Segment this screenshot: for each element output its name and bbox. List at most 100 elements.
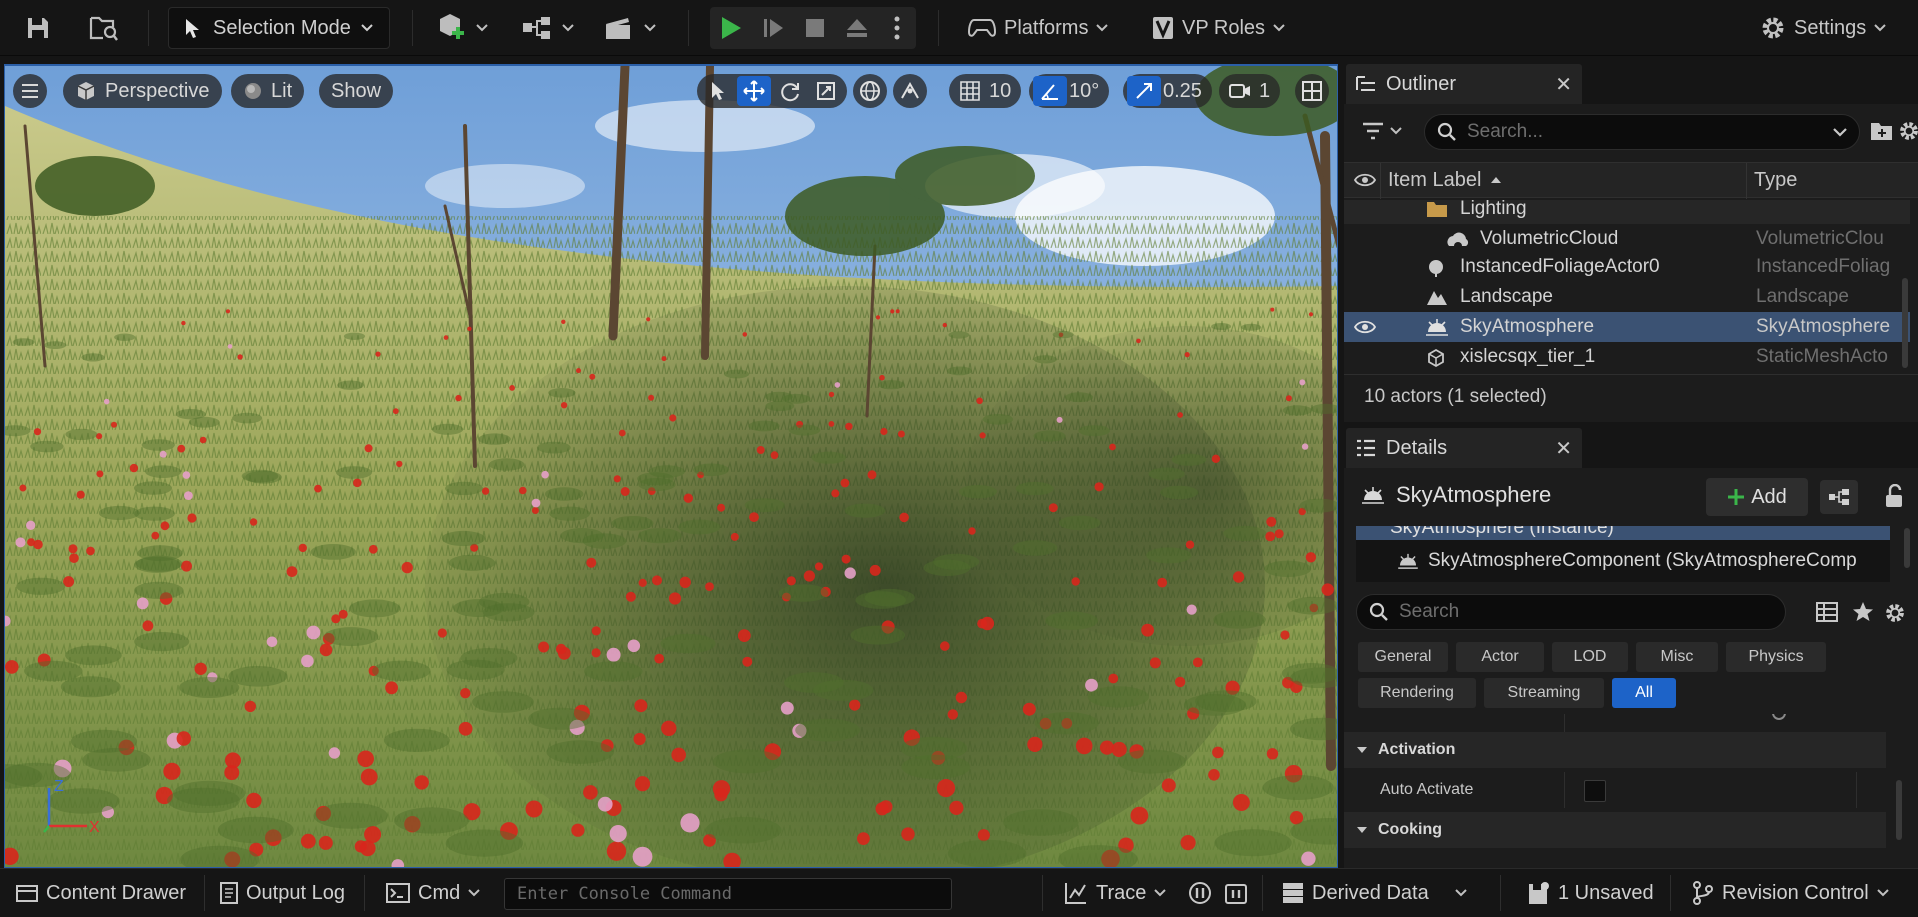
perspective-button[interactable]: Perspective xyxy=(63,74,222,108)
details-search-input[interactable]: Search xyxy=(1356,594,1786,630)
outliner-scrollbar[interactable] xyxy=(1902,278,1908,368)
console-input[interactable]: Enter Console Command xyxy=(504,878,952,910)
settings-label: Settings xyxy=(1794,16,1867,39)
sort-asc-icon[interactable] xyxy=(1490,176,1502,184)
scale-snap-button[interactable]: 0.25 xyxy=(1123,74,1212,108)
output-log-button[interactable]: Output Log xyxy=(220,869,345,917)
category-streaming[interactable]: Streaming xyxy=(1484,678,1604,708)
category-general[interactable]: General xyxy=(1358,642,1448,672)
tree-scrollbar[interactable] xyxy=(1904,528,1910,568)
eye-icon[interactable] xyxy=(1354,320,1376,334)
stop-button[interactable] xyxy=(794,7,836,49)
unsaved-button[interactable]: 1 Unsaved xyxy=(1528,869,1654,917)
camera-speed-button[interactable]: 1 xyxy=(1219,74,1281,108)
category-lod[interactable]: LOD xyxy=(1552,642,1628,672)
category-actor[interactable]: Actor xyxy=(1456,642,1544,672)
show-button[interactable]: Show xyxy=(319,74,394,108)
chevron-down-icon xyxy=(1877,889,1889,897)
level-viewport[interactable]: Perspective Lit Show 10 10° 0.25 1 Z X xyxy=(4,64,1338,868)
chevron-down-icon[interactable] xyxy=(1833,127,1847,137)
category-physics[interactable]: Physics xyxy=(1726,642,1826,672)
add-actor-dropdown[interactable] xyxy=(434,8,488,48)
eject-button[interactable] xyxy=(836,7,878,49)
cmd-dropdown[interactable]: Cmd xyxy=(386,869,480,917)
branch-icon xyxy=(1693,881,1713,905)
tab-outliner[interactable]: Outliner ✕ xyxy=(1346,64,1582,104)
play-options-button[interactable] xyxy=(878,7,916,49)
column-type[interactable]: Type xyxy=(1754,169,1797,192)
plus-icon xyxy=(1728,489,1745,505)
cinematics-dropdown[interactable] xyxy=(602,8,656,48)
vp-roles-dropdown[interactable]: VP Roles xyxy=(1152,8,1285,48)
column-item-label[interactable]: Item Label xyxy=(1388,169,1481,192)
browse-icon[interactable] xyxy=(86,10,122,46)
play-button[interactable] xyxy=(710,7,752,49)
trace-record-button[interactable] xyxy=(1188,869,1212,917)
derived-data-dropdown[interactable]: Derived Data xyxy=(1282,869,1467,917)
outliner-row[interactable]: Landscape Landscape xyxy=(1344,282,1910,312)
viewport-layout-button[interactable] xyxy=(1295,74,1329,108)
blueprint-button[interactable] xyxy=(1820,480,1858,514)
gear-icon[interactable] xyxy=(1898,120,1918,142)
viewport-menu-button[interactable] xyxy=(13,74,47,108)
outliner-row[interactable]: SkyAtmosphere SkyAtmosphere xyxy=(1344,312,1910,342)
category-rendering[interactable]: Rendering xyxy=(1358,678,1476,708)
outliner-row[interactable]: InstancedFoliageActor0 InstancedFoliag xyxy=(1344,252,1910,282)
outliner-row[interactable]: Lighting xyxy=(1344,200,1910,224)
category-all[interactable]: All xyxy=(1612,678,1676,708)
settings-dropdown[interactable]: Settings xyxy=(1760,8,1886,48)
tab-details[interactable]: Details ✕ xyxy=(1346,428,1582,468)
outliner-row-label: Landscape xyxy=(1460,286,1553,307)
angle-icon xyxy=(1033,76,1067,106)
platforms-dropdown[interactable]: Platforms xyxy=(968,8,1109,48)
outliner-search-input[interactable]: Search... xyxy=(1424,114,1860,150)
gear-icon[interactable] xyxy=(1884,602,1906,624)
section-cooking[interactable]: Cooking xyxy=(1344,812,1886,848)
translate-tool[interactable] xyxy=(737,76,771,106)
revision-control-label: Revision Control xyxy=(1722,881,1869,904)
close-icon[interactable]: ✕ xyxy=(1555,436,1572,461)
content-drawer-button[interactable]: Content Drawer xyxy=(16,869,186,917)
select-tool[interactable] xyxy=(701,76,735,106)
rotate-tool[interactable] xyxy=(773,76,807,106)
save-icon xyxy=(1529,882,1549,904)
grid-snap-button[interactable]: 10 xyxy=(949,74,1022,108)
log-icon xyxy=(220,882,238,904)
layout-icon xyxy=(1302,81,1322,101)
close-icon[interactable]: ✕ xyxy=(1555,72,1572,97)
outliner-row[interactable]: xislecsqx_tier_1 StaticMeshActo xyxy=(1344,342,1910,372)
rotation-snap-button[interactable]: 10° xyxy=(1029,74,1110,108)
auto-activate-checkbox[interactable] xyxy=(1584,780,1606,802)
tree-component-row[interactable]: SkyAtmosphereComponent (SkyAtmosphereCom… xyxy=(1356,546,1890,576)
selection-mode-dropdown[interactable]: Selection Mode xyxy=(168,7,390,49)
details-scrollbar[interactable] xyxy=(1896,780,1902,840)
save-icon[interactable] xyxy=(20,10,56,46)
revision-control-dropdown[interactable]: Revision Control xyxy=(1692,869,1889,917)
add-folder-icon[interactable] xyxy=(1870,120,1894,142)
star-icon[interactable] xyxy=(1852,601,1874,623)
lock-icon[interactable] xyxy=(1884,484,1904,508)
property-auto-activate: Auto Activate xyxy=(1344,772,1886,808)
axis-x-label: X xyxy=(89,819,100,836)
section-cooking-label: Cooking xyxy=(1378,821,1442,838)
outliner-row[interactable]: VolumetricCloud VolumetricClou xyxy=(1344,224,1910,254)
add-component-button[interactable]: Add xyxy=(1706,478,1808,516)
section-activation[interactable]: Activation xyxy=(1344,732,1886,768)
scale-tool[interactable] xyxy=(809,76,843,106)
table-view-icon[interactable] xyxy=(1816,602,1838,622)
search-icon xyxy=(1369,602,1388,621)
scene-render xyxy=(5,66,1337,867)
blueprints-dropdown[interactable] xyxy=(520,8,574,48)
step-forward-icon xyxy=(764,19,783,37)
category-misc[interactable]: Misc xyxy=(1636,642,1718,672)
cube-icon xyxy=(1426,348,1446,368)
tree-instance-row[interactable]: SkyAtmosphere (Instance) xyxy=(1356,526,1890,540)
surface-snap-toggle[interactable] xyxy=(893,74,927,108)
lit-button[interactable]: Lit xyxy=(231,74,305,108)
world-local-toggle[interactable] xyxy=(853,74,887,108)
filter-button[interactable] xyxy=(1362,122,1402,140)
trace-snapshot-button[interactable] xyxy=(1224,869,1248,917)
advance-frame-button[interactable] xyxy=(752,7,794,49)
selected-object-name: SkyAtmosphere xyxy=(1396,482,1552,507)
trace-dropdown[interactable]: Trace xyxy=(1064,869,1167,917)
